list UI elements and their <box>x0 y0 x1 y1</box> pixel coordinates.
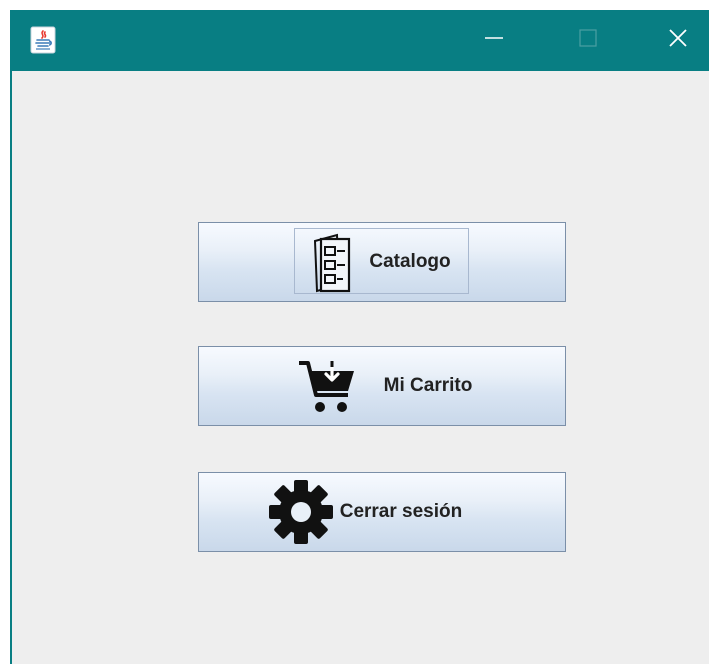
cerrar-sesion-label: Cerrar sesión <box>339 501 463 522</box>
shopping-cart-download-icon <box>296 355 358 417</box>
catalog-list-icon <box>307 229 355 295</box>
close-button[interactable] <box>648 10 708 71</box>
mi-carrito-button[interactable]: Mi Carrito <box>198 346 566 426</box>
catalogo-button[interactable]: Catalogo <box>198 222 566 302</box>
cerrar-sesion-button[interactable]: Cerrar sesión <box>198 472 566 552</box>
catalogo-label: Catalogo <box>369 251 451 272</box>
maximize-button <box>558 10 618 71</box>
minimize-icon <box>484 28 504 53</box>
close-icon <box>668 28 688 53</box>
mi-carrito-label: Mi Carrito <box>383 375 473 396</box>
java-app-icon <box>30 26 56 54</box>
minimize-button[interactable] <box>464 10 524 71</box>
main-panel: Catalogo Mi Carrito Cerrar sesión <box>12 71 709 664</box>
title-bar[interactable] <box>12 10 709 71</box>
maximize-icon <box>578 28 598 53</box>
gear-icon <box>266 477 336 547</box>
app-window: Catalogo Mi Carrito Cerrar sesión <box>10 10 709 664</box>
